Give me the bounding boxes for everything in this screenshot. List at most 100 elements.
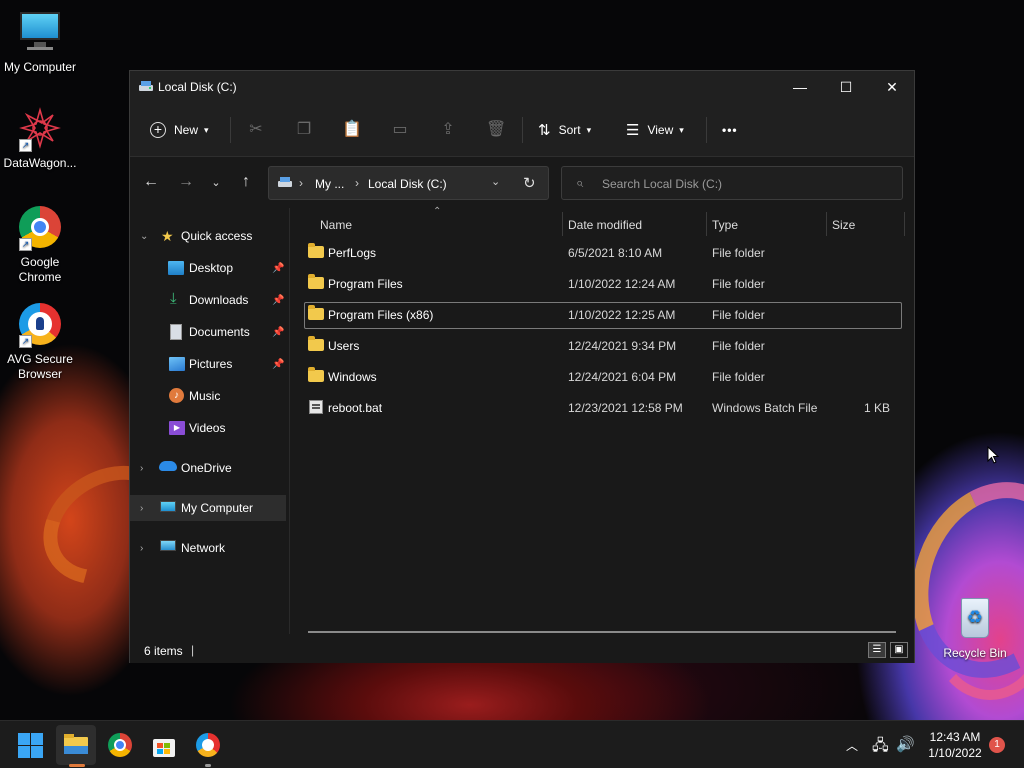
file-type: Windows Batch File bbox=[712, 401, 818, 415]
network-icon bbox=[160, 540, 176, 551]
microsoft-store-icon[interactable] bbox=[152, 733, 176, 757]
pin-icon: 📌 bbox=[272, 262, 285, 274]
sidebar-item-my-computer[interactable]: › My Computer bbox=[130, 495, 286, 521]
file-date: 12/24/2021 9:34 PM bbox=[568, 339, 677, 353]
address-history-chevron-icon[interactable]: ⌄ bbox=[491, 175, 500, 188]
chevron-right-icon[interactable]: › bbox=[140, 463, 143, 474]
sidebar-item-label: Videos bbox=[189, 421, 226, 435]
desktop-icon-google-chrome[interactable]: ↗ Google Chrome bbox=[0, 205, 80, 285]
rename-icon[interactable]: ▭ bbox=[390, 119, 410, 139]
maximize-button[interactable]: ☐ bbox=[823, 71, 869, 103]
active-app-indicator bbox=[69, 764, 85, 767]
desktop-icon-datawagon[interactable]: ↗ DataWagon... bbox=[0, 106, 80, 171]
table-row[interactable]: Windows 12/24/2021 6:04 PM File folder bbox=[304, 364, 902, 391]
sidebar-item-videos[interactable]: ▶ Videos bbox=[130, 415, 286, 441]
cut-icon[interactable]: ✂ bbox=[246, 119, 266, 139]
file-name: Program Files (x86) bbox=[328, 308, 434, 322]
table-row[interactable]: Program Files (x86) 1/10/2022 12:25 AM F… bbox=[304, 302, 902, 329]
delete-icon[interactable]: 🗑 bbox=[486, 119, 506, 139]
horizontal-scrollbar[interactable] bbox=[308, 631, 896, 633]
table-row[interactable]: reboot.bat 12/23/2021 12:58 PM Windows B… bbox=[304, 395, 902, 422]
up-arrow-icon[interactable]: ↑ bbox=[234, 173, 258, 191]
close-button[interactable]: ✕ bbox=[869, 71, 915, 103]
desktop-icon-avg-secure-browser[interactable]: ↗ AVG Secure Browser bbox=[0, 302, 80, 382]
recent-locations-chevron-icon[interactable]: ⌄ bbox=[204, 176, 228, 189]
search-icon: ⌕ bbox=[576, 175, 584, 190]
chevron-down-icon: ▾ bbox=[586, 124, 592, 135]
sort-button[interactable]: ⇅ Sort ▾ bbox=[538, 117, 591, 143]
desktop-folder-icon bbox=[168, 261, 184, 275]
shortcut-arrow-icon: ↗ bbox=[19, 335, 32, 348]
sort-ascending-icon: ⌃ bbox=[433, 206, 442, 217]
folder-tab bbox=[64, 734, 74, 738]
sidebar-item-music[interactable]: ♪ Music bbox=[130, 383, 286, 409]
sidebar-item-label: Downloads bbox=[189, 293, 249, 307]
file-date: 1/10/2022 12:25 AM bbox=[568, 308, 676, 322]
table-row[interactable]: Users 12/24/2021 9:34 PM File folder bbox=[304, 333, 902, 360]
column-header-type[interactable]: Type bbox=[712, 218, 738, 232]
table-row[interactable]: Program Files 1/10/2022 12:24 AM File fo… bbox=[304, 271, 902, 298]
file-type: File folder bbox=[712, 370, 765, 384]
column-header-size[interactable]: Size bbox=[832, 218, 855, 232]
volume-icon[interactable]: 🔊 bbox=[896, 735, 915, 753]
chrome-icon[interactable] bbox=[108, 733, 132, 757]
sidebar-item-documents[interactable]: Documents 📌 bbox=[130, 319, 286, 345]
forward-arrow-icon[interactable]: → bbox=[174, 173, 198, 191]
chevron-right-icon[interactable]: › bbox=[140, 543, 143, 554]
desktop-icon-label: DataWagon... bbox=[3, 156, 77, 170]
desktop-icon-recycle-bin[interactable]: ♻ Recycle Bin bbox=[935, 596, 1015, 661]
chevron-right-icon[interactable]: › bbox=[140, 503, 143, 514]
desktop-icon-my-computer[interactable]: My Computer bbox=[0, 10, 80, 75]
sidebar-item-onedrive[interactable]: › OneDrive bbox=[130, 455, 286, 481]
column-header-name[interactable]: Name bbox=[320, 218, 352, 232]
sidebar-item-downloads[interactable]: ⤓ Downloads 📌 bbox=[130, 287, 286, 313]
column-divider[interactable] bbox=[562, 212, 563, 236]
column-divider[interactable] bbox=[826, 212, 827, 236]
large-icons-view-icon[interactable]: ▣ bbox=[890, 642, 908, 658]
column-header-date-modified[interactable]: Date modified bbox=[568, 218, 642, 232]
back-arrow-icon[interactable]: ← bbox=[139, 173, 163, 191]
sidebar-item-network[interactable]: › Network bbox=[130, 535, 286, 561]
notification-badge[interactable]: 1 bbox=[989, 737, 1005, 753]
desktop-icon-label: Recycle Bin bbox=[943, 646, 1007, 660]
share-icon[interactable]: ⇪ bbox=[438, 119, 458, 139]
status-divider: | bbox=[191, 643, 195, 657]
file-name: PerfLogs bbox=[328, 246, 377, 260]
videos-icon: ▶ bbox=[169, 421, 185, 435]
view-button[interactable]: ☰ View ▾ bbox=[626, 117, 684, 143]
refresh-icon[interactable]: ↻ bbox=[523, 174, 536, 192]
file-explorer-taskbar-button[interactable] bbox=[56, 725, 96, 765]
table-row[interactable]: PerfLogs 6/5/2021 8:10 AM File folder bbox=[304, 240, 902, 267]
column-divider[interactable] bbox=[904, 212, 905, 236]
minimize-button[interactable]: — bbox=[777, 71, 823, 103]
sidebar-item-label: Network bbox=[181, 541, 226, 555]
address-bar[interactable]: › My ... › Local Disk (C:) ⌄ ↻ bbox=[268, 166, 549, 200]
more-options-button[interactable]: ••• bbox=[722, 117, 738, 143]
chevron-down-icon[interactable]: ⌄ bbox=[140, 231, 148, 242]
batch-file-icon bbox=[309, 400, 323, 414]
view-list-icon: ☰ bbox=[626, 122, 640, 139]
start-windows-icon[interactable] bbox=[18, 733, 44, 759]
avg-browser-icon[interactable] bbox=[196, 733, 220, 757]
pictures-icon bbox=[169, 357, 185, 371]
details-view-icon[interactable]: ☰ bbox=[868, 642, 886, 658]
clock-date: 1/10/2022 bbox=[928, 746, 982, 760]
show-hidden-icons-chevron-icon[interactable]: ︿ bbox=[846, 737, 858, 754]
column-divider[interactable] bbox=[706, 212, 707, 236]
file-type: File folder bbox=[712, 308, 765, 322]
sidebar-item-pictures[interactable]: Pictures 📌 bbox=[130, 351, 286, 377]
file-name: reboot.bat bbox=[328, 401, 383, 415]
search-box[interactable]: ⌕ Search Local Disk (C:) bbox=[561, 166, 903, 200]
clock[interactable]: 12:43 AM 1/10/2022 bbox=[920, 729, 990, 761]
running-app-indicator bbox=[205, 764, 211, 767]
copy-icon[interactable]: ❐ bbox=[294, 119, 314, 139]
sidebar-item-desktop[interactable]: Desktop 📌 bbox=[130, 255, 286, 281]
view-button-label: View bbox=[647, 123, 674, 137]
sidebar-item-quick-access[interactable]: ⌄ ★ Quick access bbox=[130, 223, 286, 249]
title-bar[interactable]: Local Disk (C:) — ☐ ✕ bbox=[130, 71, 914, 103]
network-icon[interactable]: 🖧 bbox=[872, 735, 889, 760]
new-button[interactable]: + New ▾ bbox=[150, 117, 209, 143]
paste-icon[interactable]: 📋 bbox=[342, 119, 362, 139]
breadcrumb-my-computer[interactable]: My ... bbox=[315, 177, 344, 191]
breadcrumb-local-disk[interactable]: Local Disk (C:) bbox=[368, 177, 447, 191]
